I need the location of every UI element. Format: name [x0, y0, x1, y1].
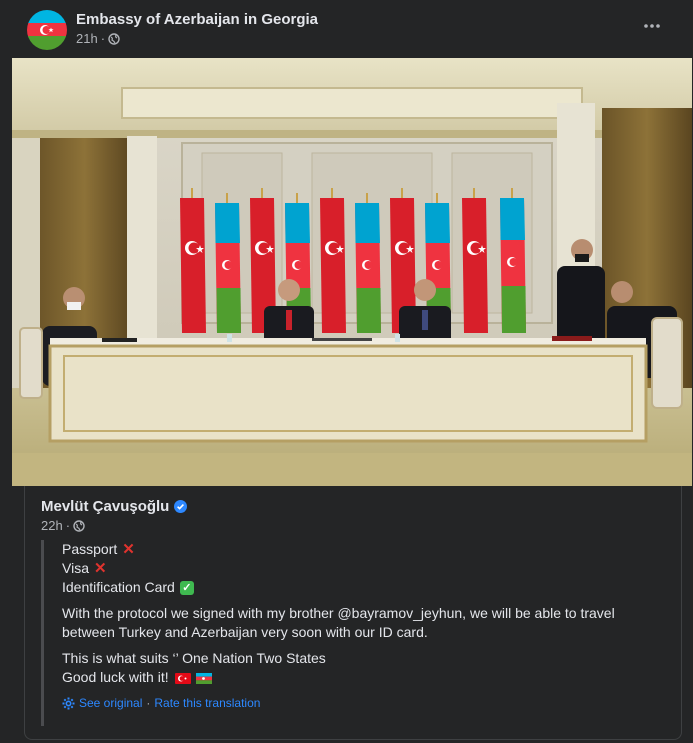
turkey-flag-icon: [174, 672, 191, 684]
id-card-line: Identification Card ✓: [62, 578, 671, 597]
cross-mark-icon: ✕: [93, 560, 107, 577]
page-name-link[interactable]: Embassy of Azerbaijan in Georgia: [76, 11, 318, 28]
globe-icon: [73, 519, 85, 532]
shared-author: Mevlüt Çavuşoğlu: [41, 498, 188, 515]
rate-translation-link[interactable]: Rate this translation: [154, 696, 260, 710]
good-luck-line: Good luck with it!: [62, 668, 671, 687]
azerbaijan-flag-icon: [196, 672, 213, 684]
shared-post-time[interactable]: 22h: [41, 518, 63, 533]
passport-line: Passport ✕: [62, 541, 135, 558]
visa-line: Visa ✕: [62, 560, 107, 577]
post-photo[interactable]: [12, 58, 692, 486]
closing-paragraph: This is what suits ‘’ One Nation Two Sta…: [62, 649, 671, 687]
protocol-paragraph: With the protocol we signed with my brot…: [62, 605, 615, 640]
verified-badge-icon: [174, 500, 188, 513]
more-options-icon[interactable]: [637, 16, 667, 36]
signing-ceremony-image: [12, 58, 692, 486]
cross-mark-icon: ✕: [122, 541, 135, 558]
post-header: Embassy of Azerbaijan in Georgia 21h ·: [27, 8, 667, 52]
shared-post-meta: 22h ·: [41, 518, 85, 533]
check-mark-icon: ✓: [179, 580, 194, 595]
signing-table: [48, 334, 648, 443]
shared-post: Mevlüt Çavuşoğlu 22h · Passport ✕ Visa ✕: [24, 486, 682, 740]
post-meta: 21h ·: [76, 31, 120, 46]
gear-icon: [62, 697, 75, 709]
page-avatar[interactable]: [27, 10, 67, 50]
post-card: Embassy of Azerbaijan in Georgia 21h · M…: [0, 0, 693, 743]
author-name-link[interactable]: Mevlüt Çavuşoğlu: [41, 498, 169, 515]
globe-icon: [108, 32, 120, 45]
translation-row: See original · Rate this translation: [62, 696, 671, 710]
azerbaijan-flag-avatar-icon: [27, 10, 67, 50]
post-text: Passport ✕ Visa ✕ Identification Card ✓ …: [41, 540, 671, 726]
post-time[interactable]: 21h: [76, 31, 98, 46]
see-original-link[interactable]: See original: [79, 696, 142, 710]
